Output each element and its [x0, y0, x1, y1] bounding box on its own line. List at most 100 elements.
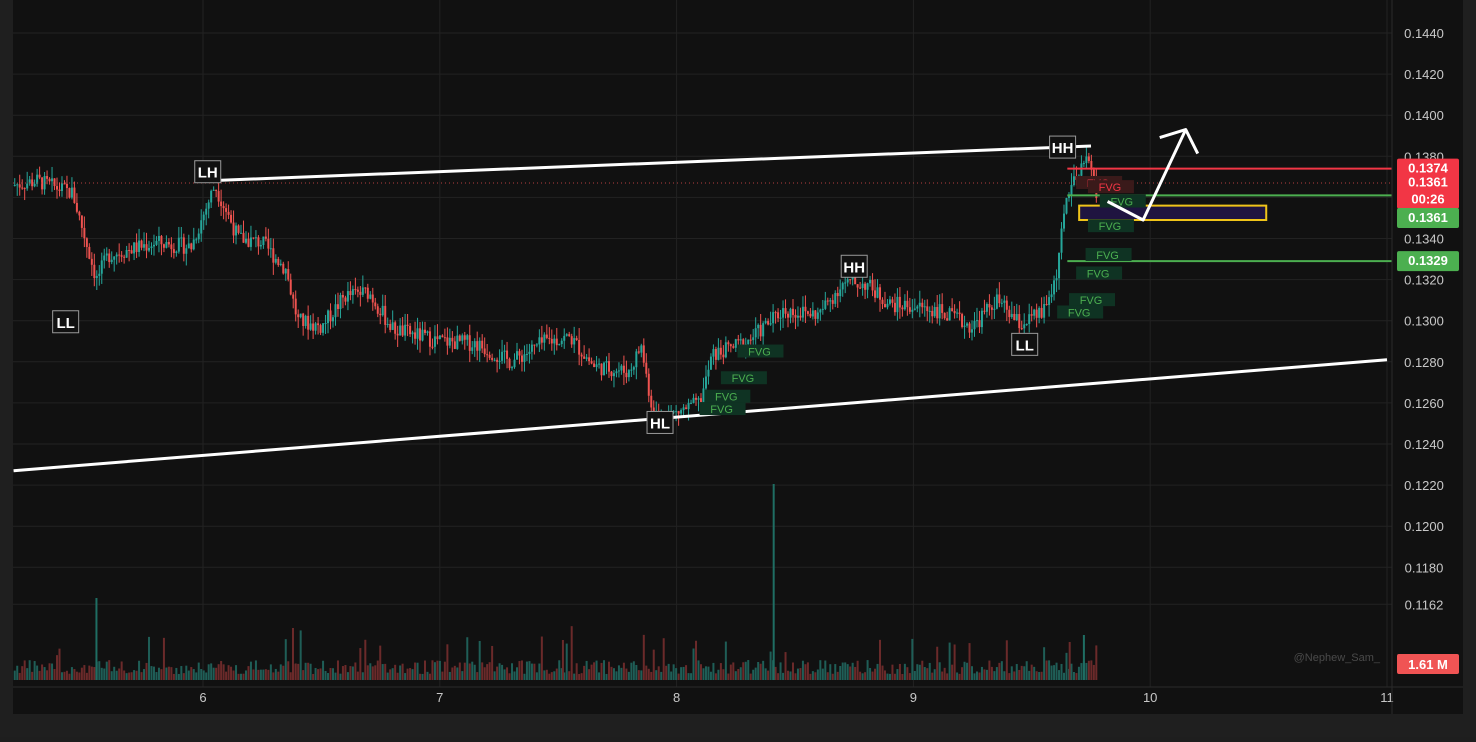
candle-body: [468, 335, 471, 351]
candle-body: [503, 350, 506, 352]
candle-body: [615, 371, 618, 374]
candle-body: [1003, 300, 1006, 303]
candle-body: [739, 339, 742, 341]
volume-bar: [364, 639, 367, 680]
volume-bar: [314, 667, 317, 680]
candle-body: [714, 349, 717, 360]
volume-bar: [796, 668, 799, 680]
candle-body: [831, 300, 834, 304]
volume-bar: [844, 662, 847, 680]
volume-bar: [297, 663, 300, 680]
swing-label: HL: [650, 415, 670, 432]
candle-body: [182, 237, 185, 254]
candle-body: [416, 328, 419, 339]
candle-body: [794, 314, 797, 318]
volume-bar: [346, 672, 349, 680]
volume-bar: [317, 669, 320, 680]
y-tick-label: 0.1300: [1404, 314, 1444, 329]
candle-body: [990, 307, 993, 310]
candle-body: [1055, 278, 1058, 281]
candle-body: [75, 202, 78, 212]
candle-body: [488, 354, 491, 358]
volume-bar: [764, 668, 767, 680]
volume-bar: [501, 664, 504, 680]
candle-body: [458, 335, 461, 341]
volume-bar: [1072, 671, 1075, 680]
candle-body: [573, 338, 576, 345]
volume-bar: [839, 666, 842, 680]
volume-bar: [498, 663, 501, 680]
volume-bar: [824, 660, 827, 680]
volume-bar: [886, 673, 889, 680]
swing-label: LH: [198, 165, 218, 182]
volume-bar: [115, 670, 118, 680]
candle-body: [307, 315, 310, 330]
candle-body: [128, 249, 131, 251]
volume-bar: [712, 662, 715, 680]
chart-area[interactable]: FVGFVGFVGFVGFVGFVGFVGFVGFVGFVGFVGFVGLHLL…: [0, 0, 1476, 737]
volume-bar: [244, 670, 247, 680]
candle-body: [150, 246, 153, 249]
candle-body: [148, 248, 151, 251]
candle-body: [426, 331, 429, 333]
candle-body: [90, 258, 93, 265]
candle-body: [18, 184, 21, 188]
volume-bar: [190, 667, 193, 680]
candle-body: [762, 323, 765, 337]
volume-bar: [172, 673, 175, 680]
volume-bar: [409, 668, 412, 680]
candle-body: [160, 236, 163, 245]
volume-bar: [463, 662, 466, 680]
candle-body: [48, 178, 51, 182]
volume-bar: [784, 652, 787, 680]
volume-bar: [85, 672, 88, 680]
volume-bar: [1053, 665, 1056, 680]
candle-body: [466, 335, 469, 340]
price-chart[interactable]: FVGFVGFVGFVGFVGFVGFVGFVGFVGFVGFVGFVGLHLL…: [0, 0, 1476, 737]
candle-body: [961, 314, 964, 327]
candle-body: [841, 283, 844, 290]
candle-body: [545, 334, 548, 338]
volume-bar: [1050, 665, 1053, 680]
volume-bar: [197, 662, 200, 680]
volume-bar: [73, 669, 76, 680]
volume-bar: [399, 665, 402, 680]
candle-body: [598, 363, 601, 365]
candle-body: [155, 240, 158, 245]
volume-bar: [279, 664, 282, 680]
candle-body: [973, 320, 976, 330]
volume-bar: [180, 666, 183, 680]
candle-body: [682, 407, 685, 411]
current-price-text: 00:26: [1411, 192, 1444, 207]
volume-bar: [811, 671, 814, 680]
candle-body: [645, 362, 648, 374]
volume-bar: [217, 664, 220, 680]
volume-bar: [252, 669, 255, 680]
volume-bar: [128, 672, 131, 680]
volume-bar: [1005, 640, 1008, 680]
volume-bar: [48, 663, 51, 680]
volume-bar: [187, 670, 190, 680]
x-tick-label: 10: [1143, 690, 1157, 705]
candle-body: [453, 341, 456, 349]
candle-body: [292, 294, 295, 299]
volume-bar: [779, 662, 782, 680]
x-tick-label: 7: [436, 690, 443, 705]
candle-body: [157, 236, 160, 241]
candle-body: [282, 263, 285, 274]
volume-bar: [871, 671, 874, 680]
candle-body: [354, 289, 357, 291]
volume-bar: [724, 641, 727, 680]
volume-bar: [361, 672, 364, 680]
candle-body: [401, 325, 404, 336]
volume-bar: [866, 660, 869, 680]
watermark: @Nephew_Sam_: [1294, 652, 1381, 664]
volume-bar: [438, 660, 441, 680]
candle-body: [185, 248, 188, 254]
volume-bar: [351, 666, 354, 680]
volume-bar: [854, 666, 857, 680]
candle-body: [431, 346, 434, 348]
volume-bar: [881, 665, 884, 680]
candle-body: [486, 354, 489, 356]
volume-bar: [471, 661, 474, 680]
